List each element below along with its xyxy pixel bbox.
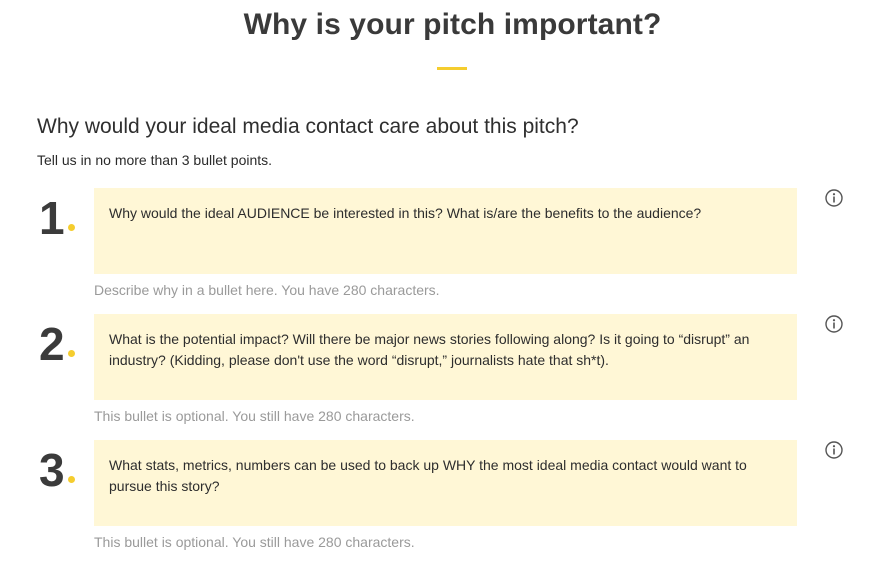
bullet-hint: This bullet is optional. You still have … bbox=[94, 408, 415, 424]
bullet-input-3[interactable]: What stats, metrics, numbers can be used… bbox=[94, 440, 797, 526]
section-heading: Why would your ideal media contact care … bbox=[37, 115, 579, 138]
bullet-item-3: 3 What stats, metrics, numbers can be us… bbox=[0, 440, 873, 560]
bullet-dot bbox=[68, 224, 75, 231]
info-icon[interactable] bbox=[825, 189, 843, 207]
bullet-item-1: 1 Why would the ideal AUDIENCE be intere… bbox=[0, 188, 873, 308]
info-icon[interactable] bbox=[825, 315, 843, 333]
bullet-input-2[interactable]: What is the potential impact? Will there… bbox=[94, 314, 797, 400]
section-subheading: Tell us in no more than 3 bullet points. bbox=[37, 152, 273, 168]
bullet-hint: Describe why in a bullet here. You have … bbox=[94, 282, 440, 298]
page-title: Why is your pitch important? bbox=[243, 8, 662, 41]
bullet-number: 2 bbox=[39, 318, 65, 370]
bullet-number: 1 bbox=[39, 192, 65, 244]
bullet-dot bbox=[68, 350, 75, 357]
bullet-number: 3 bbox=[39, 444, 65, 496]
bullet-hint: This bullet is optional. You still have … bbox=[94, 534, 415, 550]
bullet-dot bbox=[68, 476, 75, 483]
bullet-item-2: 2 What is the potential impact? Will the… bbox=[0, 314, 873, 434]
bullet-input-1[interactable]: Why would the ideal AUDIENCE be interest… bbox=[94, 188, 797, 274]
info-icon[interactable] bbox=[825, 441, 843, 459]
title-underline bbox=[437, 67, 467, 70]
